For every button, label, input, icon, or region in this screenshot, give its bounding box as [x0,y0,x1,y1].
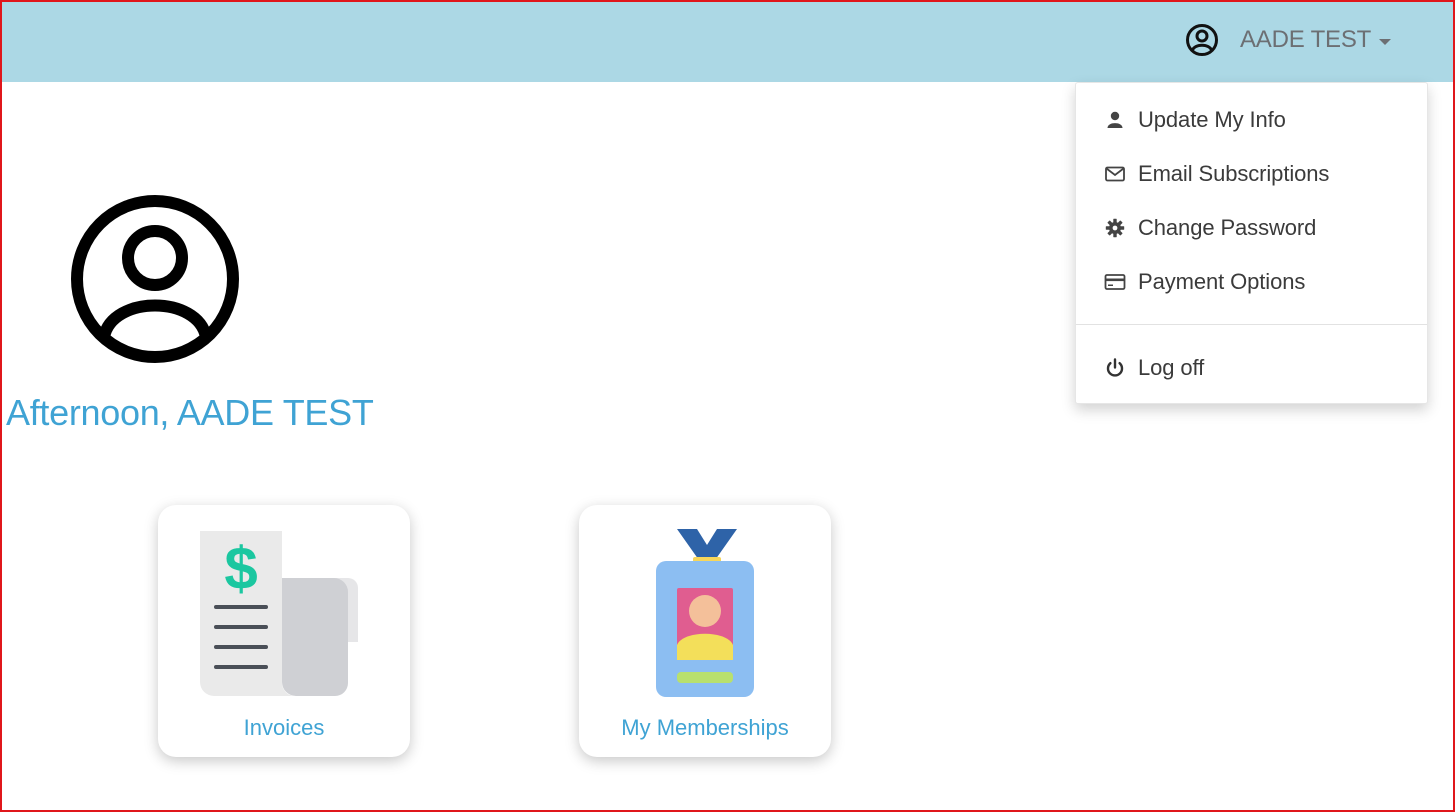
caret-down-icon [1379,38,1392,45]
menu-item-log-off[interactable]: Log off [1076,346,1427,390]
user-name: AADE TEST [1240,26,1372,53]
user-menu-toggle[interactable]: AADE TEST [1184,20,1392,60]
menu-item-label: Update My Info [1138,107,1286,132]
gear-icon [1105,218,1125,238]
user-icon [1107,111,1123,128]
menu-divider [1076,324,1427,325]
greeting-text: Afternoon, AADE TEST [6,392,374,433]
credit-card-icon [1104,274,1126,290]
menu-item-label: Email Subscriptions [1138,161,1330,186]
invoices-tile[interactable]: $ Invoices [158,505,410,757]
menu-item-label: Log off [1138,355,1205,380]
membership-badge-icon [656,529,754,697]
user-circle-icon [1186,24,1218,56]
my-memberships-tile[interactable]: My Memberships [579,505,831,757]
tile-label: My Memberships [621,715,789,740]
profile-avatar-icon [71,195,239,363]
menu-item-email-subscriptions[interactable]: Email Subscriptions [1076,152,1427,196]
svg-text:$: $ [224,535,257,602]
menu-item-change-password[interactable]: Change Password [1076,206,1427,250]
menu-item-payment-options[interactable]: Payment Options [1076,260,1427,304]
invoice-receipt-icon: $ [200,531,358,696]
menu-item-update-my-info[interactable]: Update My Info [1076,98,1427,142]
power-icon [1106,358,1124,377]
user-dropdown-menu: Update My Info Email Subscriptions Chang… [1075,82,1428,404]
menu-item-label: Payment Options [1138,269,1306,294]
menu-item-label: Change Password [1138,215,1317,240]
envelope-icon [1105,166,1125,182]
tile-label: Invoices [243,715,325,740]
